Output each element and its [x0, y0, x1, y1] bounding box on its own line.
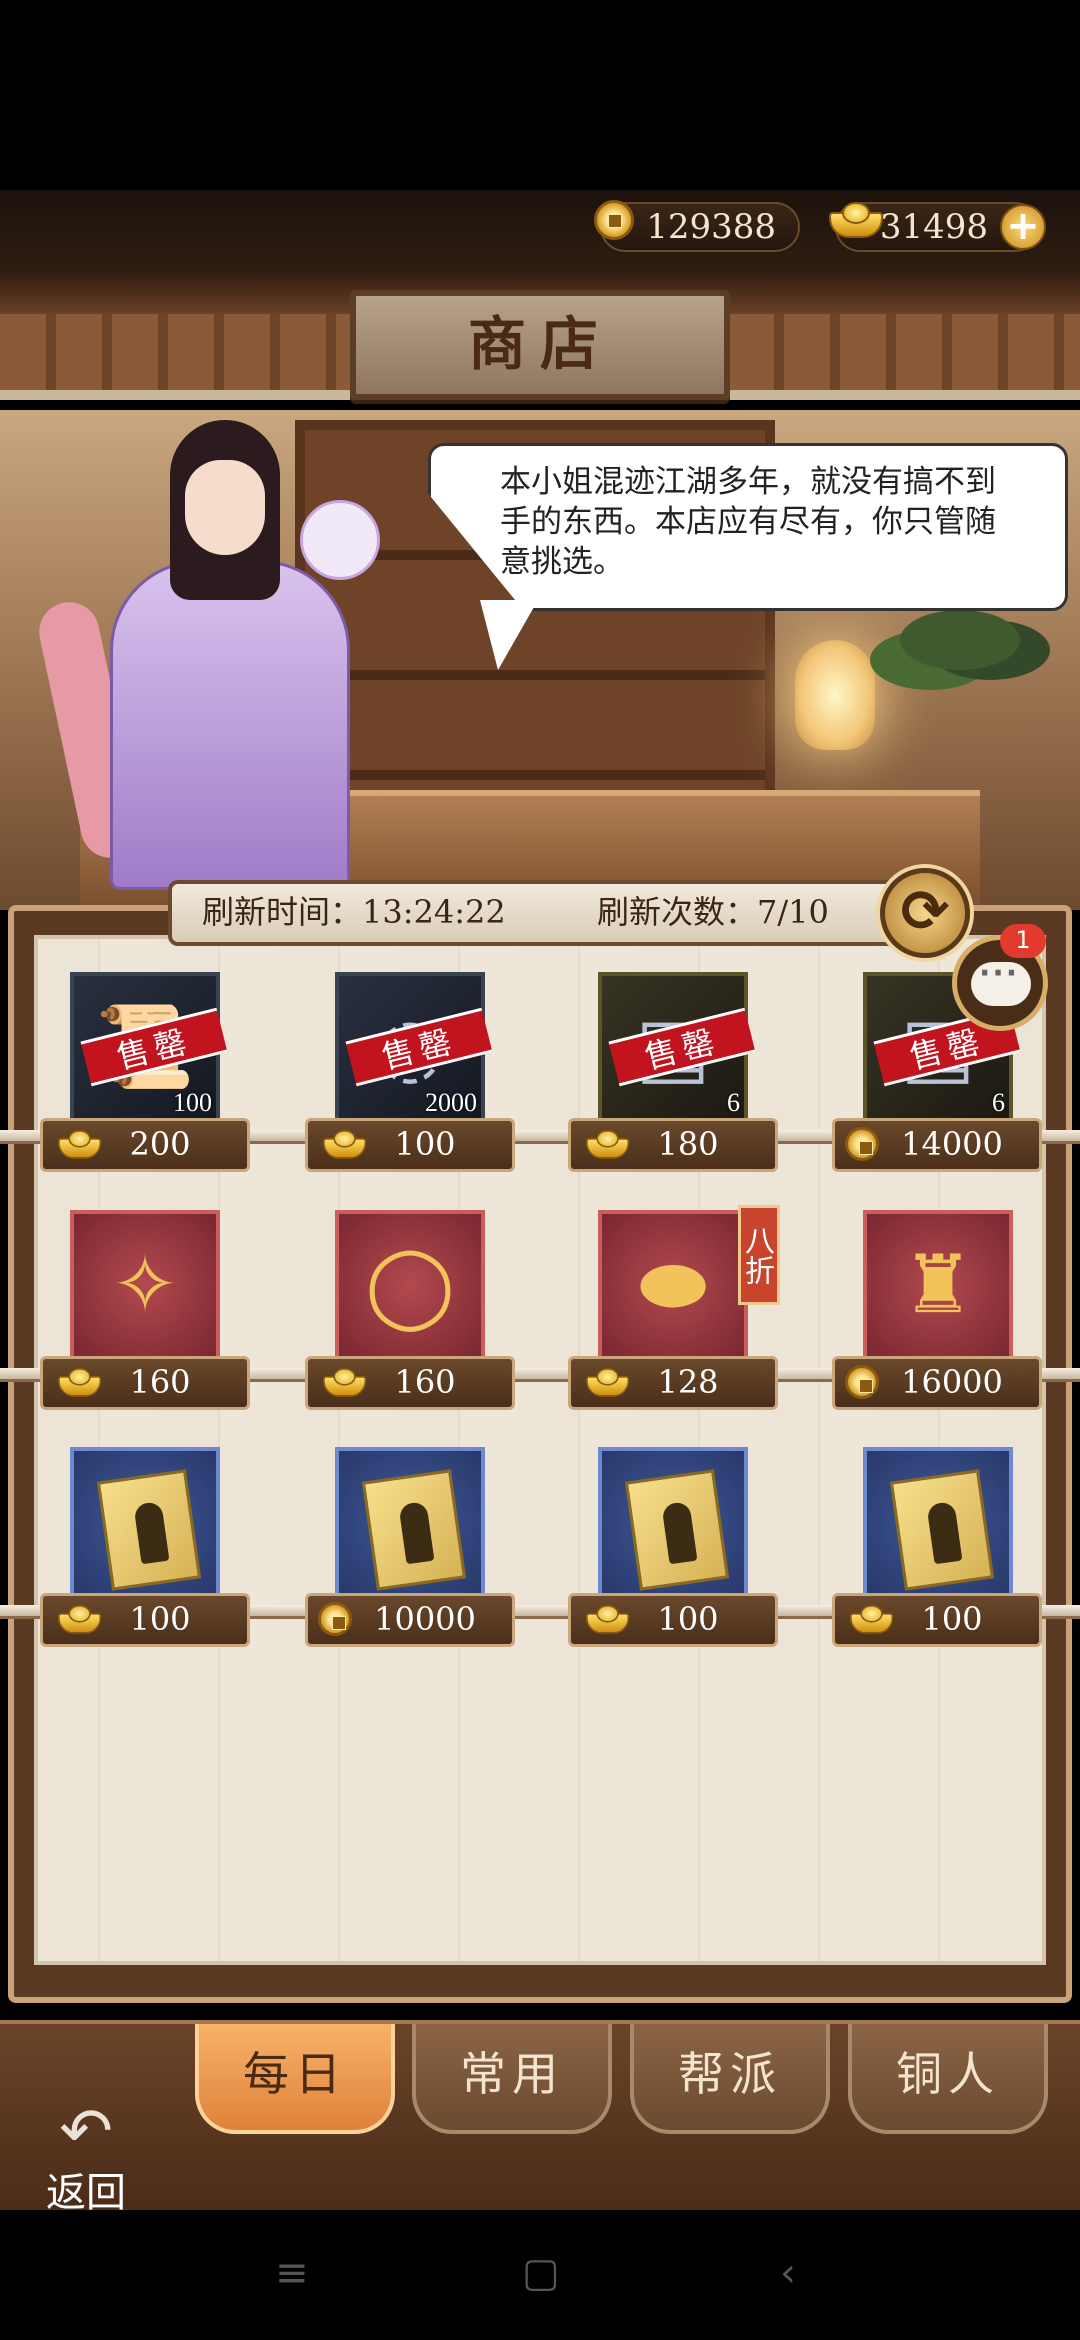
back-button[interactable]: ↶ 返回 [26, 2095, 146, 2216]
skill-card-icon [624, 1469, 730, 1591]
shop-item-slot[interactable] [335, 1447, 485, 1597]
price-value: 100 [394, 1125, 456, 1163]
menu-icon[interactable]: ≡ [275, 2250, 309, 2296]
price-value: 10000 [374, 1600, 476, 1638]
price-value: 100 [921, 1600, 983, 1638]
item-quantity: 6 [727, 1088, 740, 1117]
ingot-icon [586, 1603, 630, 1634]
page-title: 商店 [467, 310, 612, 378]
back-nav-icon[interactable]: ‹ [780, 2250, 796, 2296]
refresh-button[interactable]: ⟳ [880, 868, 970, 958]
shopkeeper-dialog: 本小姐混迹江湖多年，就没有搞不到手的东西。本店应有尽有，你只管随意挑选。 [500, 464, 996, 580]
tab-bar: 每日 常用 帮派 铜人 ↶ 返回 [0, 2020, 1080, 2216]
price-value: 180 [657, 1125, 719, 1163]
tab-bronze-man[interactable]: 铜人 [848, 2024, 1048, 2134]
ingot-icon [829, 200, 883, 238]
price-tag[interactable]: 100 [305, 1118, 515, 1172]
ingot-balance: 31498 + [829, 202, 1046, 252]
ingot-icon [586, 1128, 630, 1159]
refresh-time: 刷新时间：13:24:22 [202, 893, 506, 931]
skill-card-icon [889, 1469, 995, 1591]
price-tag[interactable]: 100 [40, 1593, 250, 1647]
chat-unread-badge: 1 [1000, 924, 1046, 958]
price-tag[interactable]: 100 [832, 1593, 1042, 1647]
ingot-icon [58, 1603, 102, 1634]
item-quantity: 100 [173, 1088, 212, 1117]
price-value: 160 [129, 1363, 191, 1401]
price-tag[interactable]: 10000 [305, 1593, 515, 1647]
necklace-icon: ◯ [365, 1238, 455, 1331]
shop-item-slot[interactable]: ✧ [70, 1210, 220, 1360]
shopkeeper-character [33, 420, 390, 890]
ingot-icon [58, 1128, 102, 1159]
price-value: 100 [129, 1600, 191, 1638]
price-tag[interactable]: 14000 [832, 1118, 1042, 1172]
system-nav-bar: ≡ ▢ ‹ [0, 2210, 1080, 2340]
ingot-icon [586, 1366, 630, 1397]
shop-item-slot[interactable] [598, 1447, 748, 1597]
home-icon[interactable]: ▢ [522, 2250, 560, 2296]
price-tag[interactable]: 160 [305, 1356, 515, 1410]
tab-guild[interactable]: 帮派 [630, 2024, 830, 2134]
price-tag[interactable]: 200 [40, 1118, 250, 1172]
back-arrow-icon: ↶ [59, 2095, 113, 2169]
coin-balance: 129388 [594, 200, 800, 252]
price-value: 200 [129, 1125, 191, 1163]
tab-daily[interactable]: 每日 [195, 2024, 395, 2134]
price-tag[interactable]: 160 [40, 1356, 250, 1410]
price-tag[interactable]: 100 [568, 1593, 778, 1647]
item-quantity: 2000 [425, 1088, 477, 1117]
ingot-icon [323, 1128, 367, 1159]
lantern-lamp [795, 640, 875, 750]
tab-common[interactable]: 常用 [412, 2024, 612, 2134]
hairpin-icon: ✧ [111, 1238, 179, 1331]
coin-icon [594, 200, 634, 240]
shop-item-slot[interactable]: 📜售罄100 [70, 972, 228, 1122]
ingot-icon [323, 1366, 367, 1397]
price-tag[interactable]: 128 [568, 1356, 778, 1410]
shop-item-slot[interactable]: ◌售罄2000 [335, 972, 493, 1122]
shop-item-slot[interactable]: ▤售罄6 [598, 972, 756, 1122]
bonsai-plant [900, 610, 1020, 670]
shop-sign: 商店 [350, 290, 730, 400]
robe-icon: ♜ [902, 1238, 974, 1331]
shop-item-slot[interactable] [70, 1447, 220, 1597]
ingot-icon [850, 1603, 894, 1634]
skill-card-icon [96, 1469, 202, 1591]
fan-icon [300, 500, 380, 580]
shop-item-slot[interactable] [863, 1447, 1013, 1597]
price-value: 100 [657, 1600, 719, 1638]
refresh-count: 刷新次数：7/10 [597, 893, 829, 931]
belt-icon: ⬬ [638, 1238, 708, 1331]
price-value: 160 [394, 1363, 456, 1401]
price-tag[interactable]: 16000 [832, 1356, 1042, 1410]
price-value: 16000 [901, 1363, 1003, 1401]
shop-item-slot[interactable]: ◯ [335, 1210, 485, 1360]
ingot-icon [58, 1366, 102, 1397]
refresh-icon: ⟳ [900, 877, 950, 945]
skill-card-icon [361, 1469, 467, 1591]
price-value: 14000 [901, 1125, 1003, 1163]
price-tag[interactable]: 180 [568, 1118, 778, 1172]
refresh-info-bar: 刷新时间：13:24:22 刷新次数：7/10 [168, 880, 908, 946]
coin-icon [845, 1365, 879, 1399]
price-value: 128 [657, 1363, 719, 1401]
coin-icon [318, 1602, 352, 1636]
item-quantity: 6 [992, 1088, 1005, 1117]
shop-item-slot[interactable]: ⬬ [598, 1210, 748, 1360]
ingot-amount: 31498 [879, 207, 988, 247]
coin-icon [845, 1127, 879, 1161]
discount-tag: 八折 [738, 1205, 780, 1305]
currency-bar: 129388 31498 + [0, 190, 1080, 270]
add-ingot-button[interactable]: + [1000, 204, 1046, 250]
coin-amount: 129388 [646, 207, 776, 247]
shop-item-slot[interactable]: ♜ [863, 1210, 1013, 1360]
